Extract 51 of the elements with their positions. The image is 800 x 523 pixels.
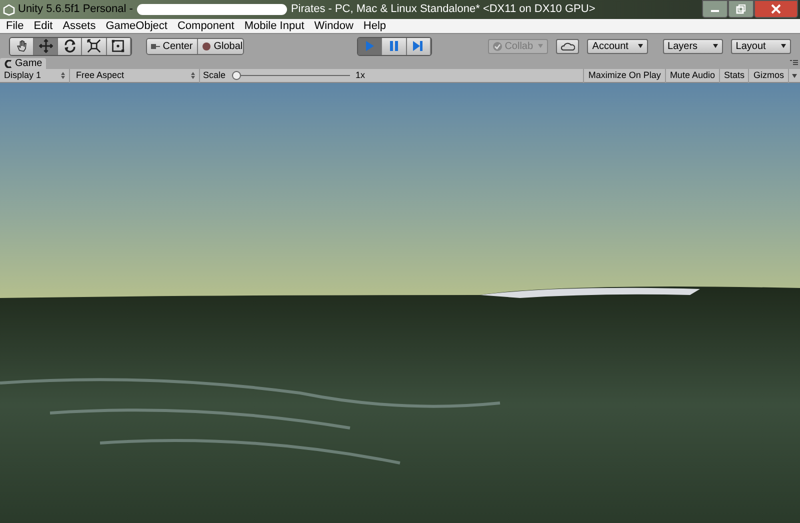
menu-item[interactable]: Component [177, 20, 234, 32]
caret-icon [781, 44, 786, 48]
pivot-mode-button[interactable]: Center [146, 38, 198, 54]
menu-item[interactable]: Help [363, 20, 386, 32]
close-button[interactable] [754, 0, 798, 18]
step-button[interactable] [406, 38, 431, 54]
rotate-tool-icon [62, 39, 77, 53]
tool-button[interactable] [58, 38, 82, 54]
restore-button[interactable] [728, 0, 754, 18]
window-title: Pirates - PC, Mac & Linux Standalone* <DX11 on DX10 GPU> [290, 2, 596, 18]
hand-tool-icon [14, 39, 29, 53]
updown-caret-icon [191, 72, 195, 79]
panel-menu-icon[interactable] [790, 60, 798, 66]
caret-icon [638, 44, 643, 48]
cloud-icon [560, 42, 575, 50]
caret-icon [538, 44, 544, 48]
play-icon [364, 40, 376, 52]
tool-button[interactable] [82, 38, 107, 54]
tool-button[interactable] [106, 38, 131, 54]
menu-item[interactable]: Mobile Input [244, 20, 304, 32]
scale-tool-icon [86, 39, 101, 53]
minimize-button[interactable] [702, 0, 728, 18]
cloud-button[interactable] [556, 38, 580, 54]
move-tool-icon [38, 39, 53, 53]
updown-caret-icon [61, 72, 65, 79]
unity-logo-icon [3, 4, 15, 16]
caret-icon [712, 44, 718, 48]
pivot-rotation-button[interactable]: Global [198, 38, 244, 54]
menu-item[interactable]: Assets [62, 20, 96, 32]
game-tab[interactable]: Game [0, 58, 46, 69]
menu-item[interactable]: Window [314, 20, 354, 32]
step-icon [412, 40, 424, 52]
layout-dropdown[interactable]: Layout [730, 38, 791, 54]
account-dropdown[interactable]: Account [587, 38, 648, 54]
menu-item[interactable]: File [6, 20, 24, 32]
menu-item[interactable]: GameObject [106, 20, 168, 32]
pause-button[interactable] [382, 38, 407, 54]
pause-icon [388, 40, 400, 52]
scale-label: Scale [203, 68, 226, 82]
scale-slider-thumb[interactable] [232, 71, 241, 80]
scale-value: 1x [356, 68, 366, 82]
menu-item[interactable]: Edit [34, 20, 53, 32]
close-icon [771, 4, 781, 14]
globe-icon [202, 42, 211, 50]
layers-dropdown[interactable]: Layers [662, 38, 723, 54]
tool-button[interactable] [10, 38, 34, 54]
window-title: Unity 5.6.5f1 Personal - [18, 2, 133, 18]
rect-tool-icon [111, 39, 126, 53]
pivot-icon [150, 42, 160, 50]
restore-icon [736, 4, 746, 14]
check-icon [492, 42, 502, 50]
